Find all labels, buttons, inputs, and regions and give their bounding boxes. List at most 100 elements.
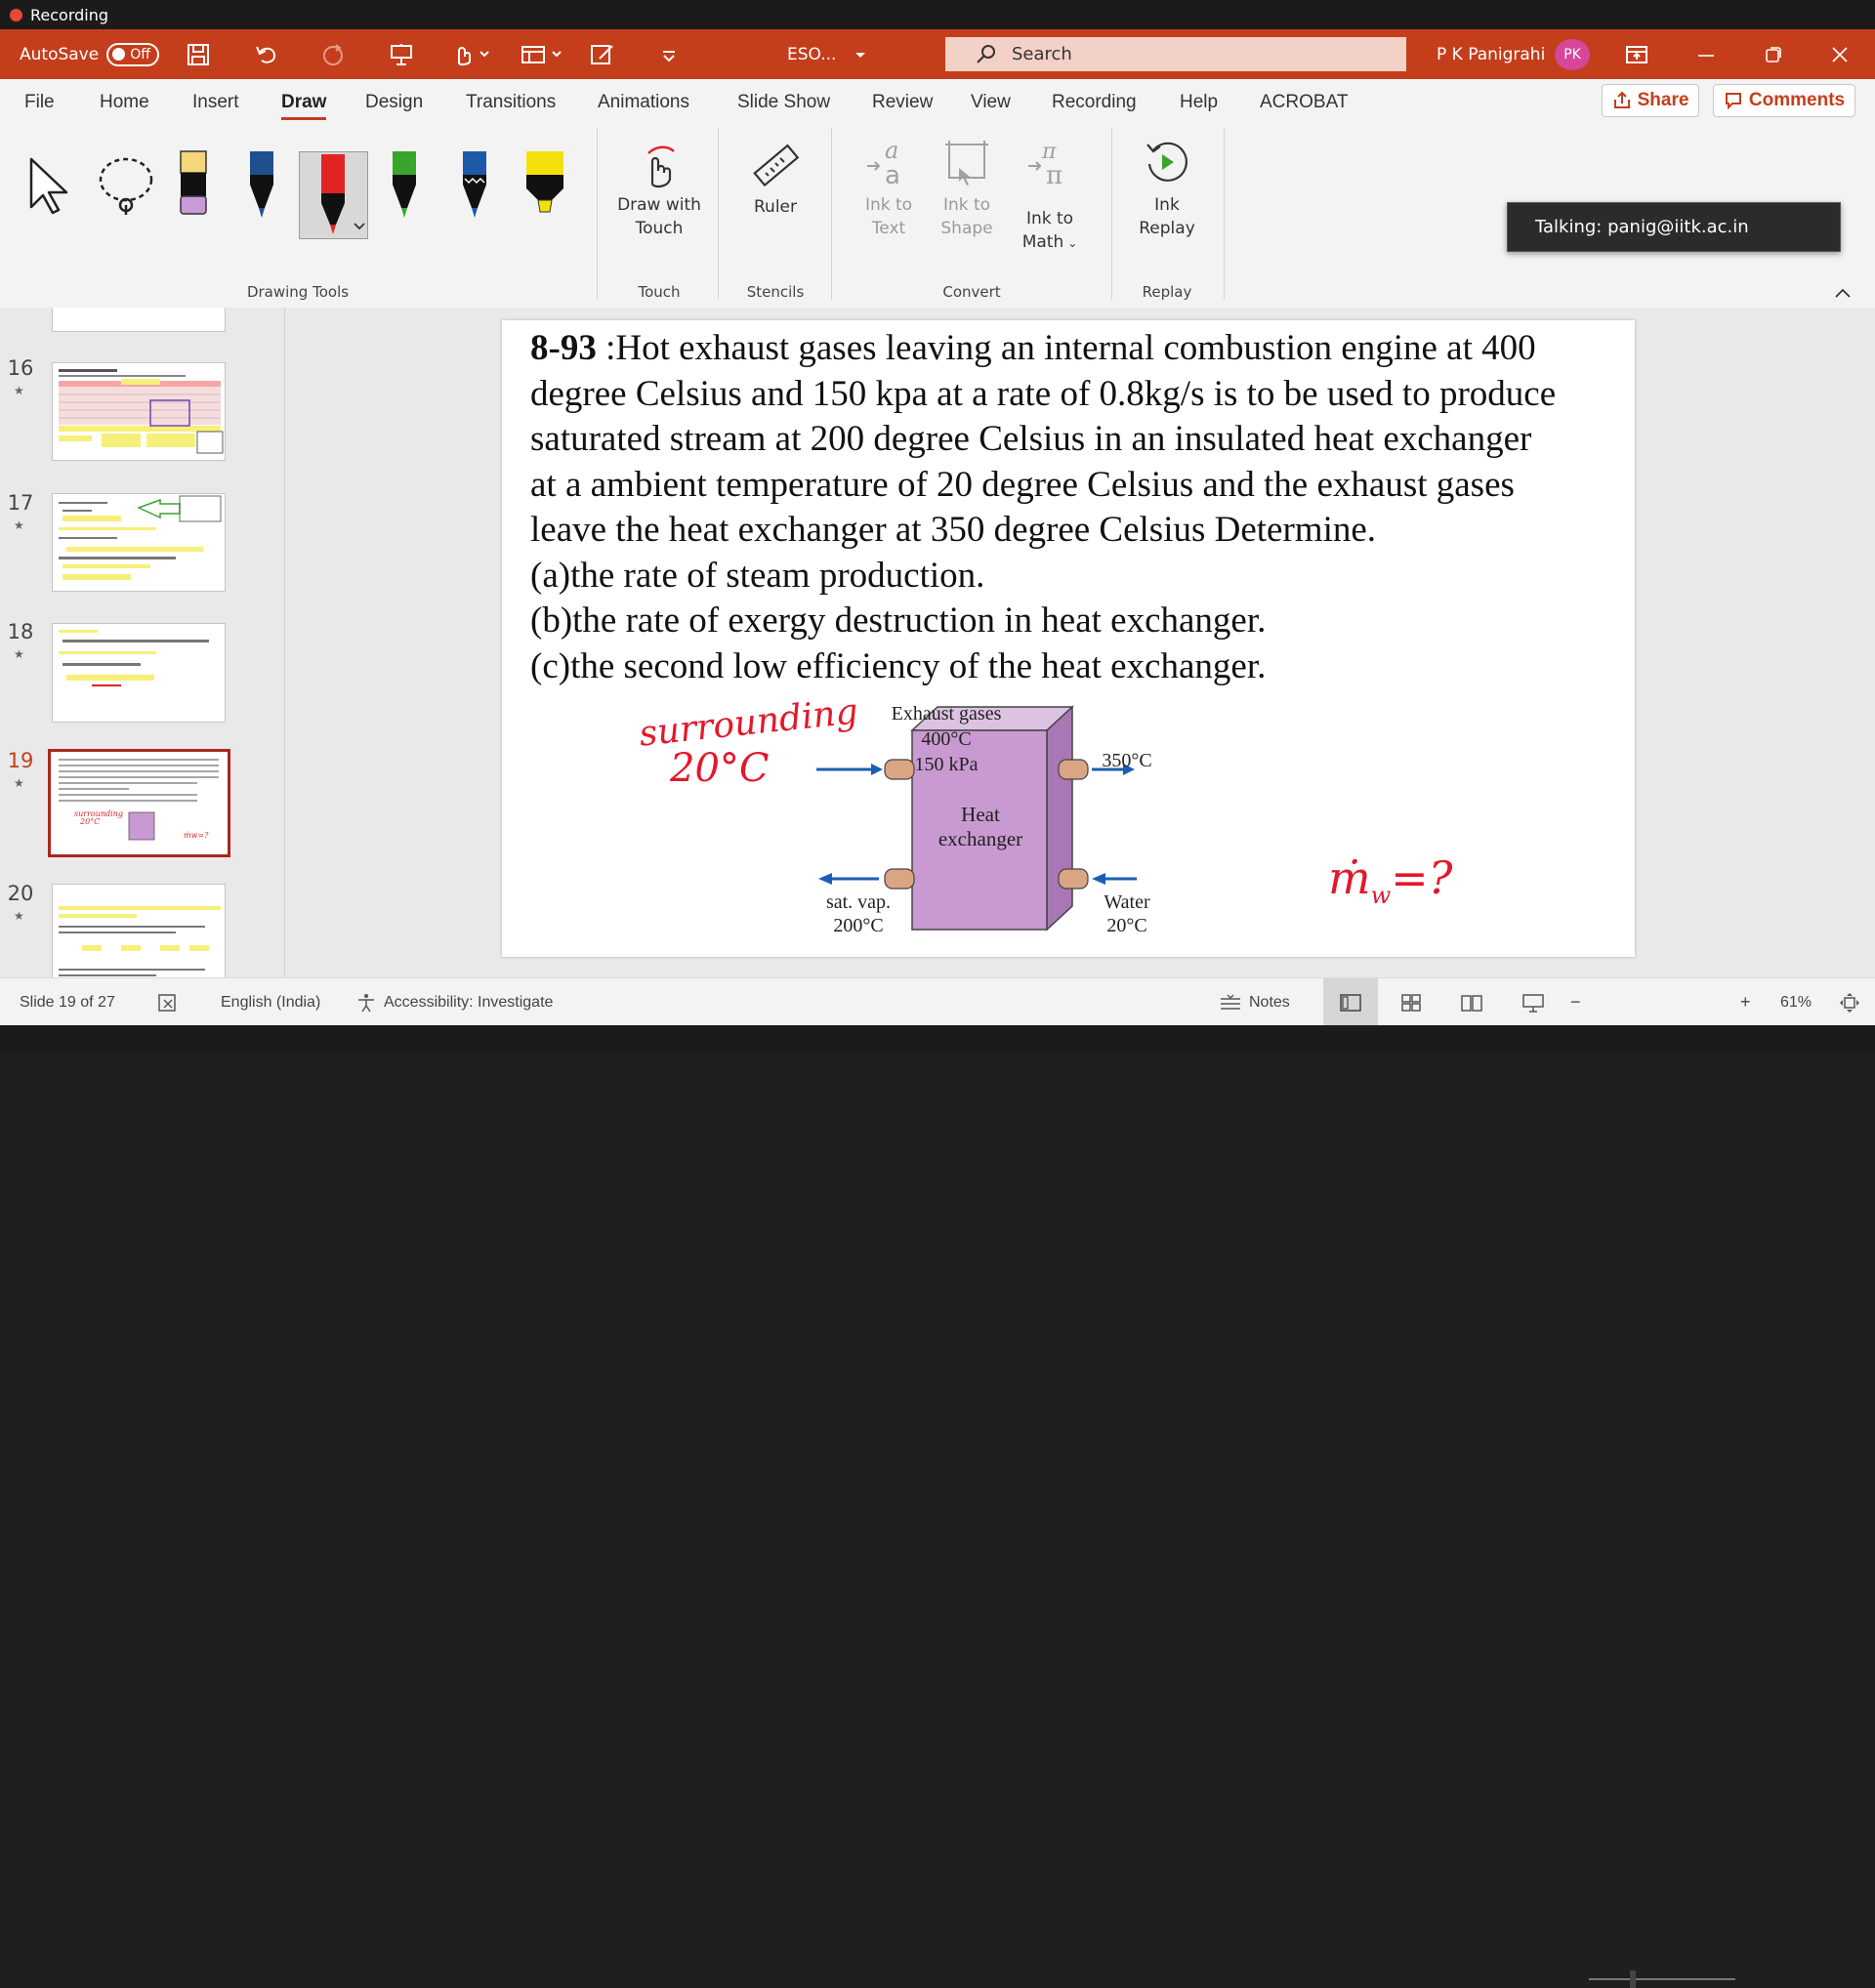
presenter-button[interactable] [389, 29, 414, 79]
save-button[interactable] [186, 29, 211, 79]
tab-view[interactable]: View [971, 79, 1011, 126]
minimize-button[interactable] [1695, 29, 1717, 79]
slide-thumbnail[interactable] [52, 493, 226, 592]
slide-canvas[interactable]: 8-93 :Hot exhaust gases leaving an inter… [502, 320, 1635, 957]
redo-button[interactable] [320, 29, 346, 79]
slide-number-selected: 19 [7, 749, 34, 772]
tab-draw[interactable]: Draw [281, 79, 327, 126]
outlet-temp: 350°C [1102, 750, 1152, 771]
fit-window-icon [1840, 992, 1859, 1013]
tab-transitions[interactable]: Transitions [466, 79, 556, 126]
slide-counter[interactable]: Slide 19 of 27 [20, 978, 115, 1026]
accessibility-button[interactable]: Accessibility: Investigate [355, 978, 553, 1026]
tab-animations[interactable]: Animations [598, 79, 689, 126]
slideshow-button[interactable] [1521, 978, 1545, 1026]
pen-green-icon[interactable] [389, 149, 420, 220]
heat-exchanger-label: Heat exchanger [917, 803, 1044, 851]
select-arrow-icon[interactable] [27, 156, 76, 217]
tab-insert[interactable]: Insert [192, 79, 239, 126]
accessibility-label: Accessibility: Investigate [384, 993, 554, 1011]
ink-subscript: w [1370, 882, 1392, 910]
draw-with-touch-button[interactable]: Draw with Touch [605, 137, 713, 254]
avatar[interactable]: PK [1555, 39, 1590, 70]
language-indicator[interactable]: English (India) [221, 978, 320, 1026]
normal-view-button[interactable] [1323, 978, 1378, 1026]
tab-help[interactable]: Help [1180, 79, 1218, 126]
undo-button[interactable] [254, 29, 279, 79]
lasso-select-icon[interactable] [93, 156, 161, 217]
slide-number: 20 [7, 882, 34, 905]
recording-indicator: Recording [10, 0, 108, 29]
customize-toolbar-button[interactable] [660, 29, 678, 79]
tab-file[interactable]: File [24, 79, 55, 126]
tab-acrobat[interactable]: ACROBAT [1260, 79, 1348, 126]
zoom-level[interactable]: 61% [1780, 978, 1812, 1026]
slide-thumbnail[interactable] [52, 884, 226, 977]
draw-form-button[interactable] [589, 29, 616, 79]
layout-button[interactable] [520, 29, 564, 79]
tab-slide-show[interactable]: Slide Show [737, 79, 830, 126]
tab-review[interactable]: Review [872, 79, 933, 126]
problem-line: (b)the rate of exergy destruction in hea… [530, 601, 1267, 641]
pen-blue-icon[interactable] [246, 149, 277, 220]
minimize-icon [1698, 54, 1714, 57]
problem-text[interactable]: 8-93 :Hot exhaust gases leaving an inter… [530, 326, 1624, 689]
restore-button[interactable] [1763, 29, 1784, 79]
pen-red-selected[interactable] [299, 151, 368, 239]
slide-thumbnail[interactable] [52, 362, 226, 461]
slide-number: 18 [7, 620, 34, 643]
reading-view-button[interactable] [1460, 978, 1483, 1026]
zoom-out-button[interactable]: − [1570, 978, 1581, 1026]
touch-mode-button[interactable] [451, 29, 490, 79]
collapse-ribbon-chevron-icon[interactable] [1832, 285, 1854, 301]
ink-to-text-button[interactable]: a a Ink to Text [850, 137, 928, 244]
slide-sorter-icon [1401, 993, 1421, 1012]
restore-icon [1766, 46, 1781, 62]
file-name-button[interactable]: ESO... [787, 29, 871, 79]
close-button[interactable] [1829, 29, 1851, 79]
slide-thumbnail-selected[interactable]: surrounding 20°C ṁw=? [48, 749, 230, 857]
share-button[interactable]: Share [1602, 84, 1699, 117]
status-bar: Slide 19 of 27 English (India) Accessibi… [0, 977, 1875, 1988]
slide-thumbnail[interactable] [52, 308, 226, 332]
tab-home[interactable]: Home [100, 79, 149, 126]
group-stencils: Stencils [746, 283, 805, 301]
layout-icon [521, 45, 562, 63]
thumbnail-preview [59, 630, 209, 686]
highlighter-pen-icon[interactable] [176, 149, 211, 218]
notes-button[interactable]: Notes [1219, 978, 1290, 1026]
tab-design[interactable]: Design [365, 79, 423, 126]
zoom-slider-thumb[interactable] [1630, 1970, 1636, 1988]
water-name: Water [1104, 891, 1150, 913]
ink-mass-flow[interactable]: ṁw=? [1328, 851, 1452, 909]
fit-to-window-button[interactable] [1838, 978, 1861, 1026]
zoom-slider-track[interactable] [1589, 1978, 1735, 1980]
comments-button[interactable]: Comments [1713, 84, 1855, 117]
ribbon-display-button[interactable] [1624, 29, 1649, 79]
ink-replay-button[interactable]: Ink Replay [1123, 137, 1211, 244]
ink-to-shape-button[interactable]: Ink to Shape [928, 137, 1006, 244]
draw-with-touch-label-1: Draw with [617, 195, 701, 215]
search-box[interactable]: Search [945, 37, 1406, 71]
ruler-button[interactable]: Ruler [728, 137, 823, 234]
ruler-label: Ruler [754, 197, 797, 217]
ink-to-math-button[interactable]: π π Ink to Math ⌄ [1006, 137, 1094, 264]
slide-thumbnail[interactable] [52, 623, 226, 723]
tab-recording[interactable]: Recording [1052, 79, 1137, 126]
search-placeholder: Search [1012, 44, 1072, 64]
comments-label: Comments [1748, 90, 1846, 110]
pen-galaxy-icon[interactable] [459, 149, 490, 220]
accessibility-icon [358, 993, 374, 1012]
ruler-icon [753, 144, 800, 187]
svg-text:a: a [885, 137, 898, 164]
top-strip [0, 0, 1875, 29]
autosave[interactable]: AutoSave Off [20, 29, 160, 79]
zoom-in-button[interactable]: + [1740, 978, 1751, 1026]
svg-text:a: a [885, 161, 900, 189]
slide-number: 16 [7, 356, 34, 380]
autosave-toggle[interactable]: Off [106, 42, 160, 66]
slide-sorter-button[interactable] [1399, 978, 1423, 1026]
spelling-check-button[interactable] [156, 978, 178, 1026]
highlighter-yellow-icon[interactable] [522, 149, 567, 220]
ink-ambient-temp[interactable]: 20°C [670, 746, 770, 791]
